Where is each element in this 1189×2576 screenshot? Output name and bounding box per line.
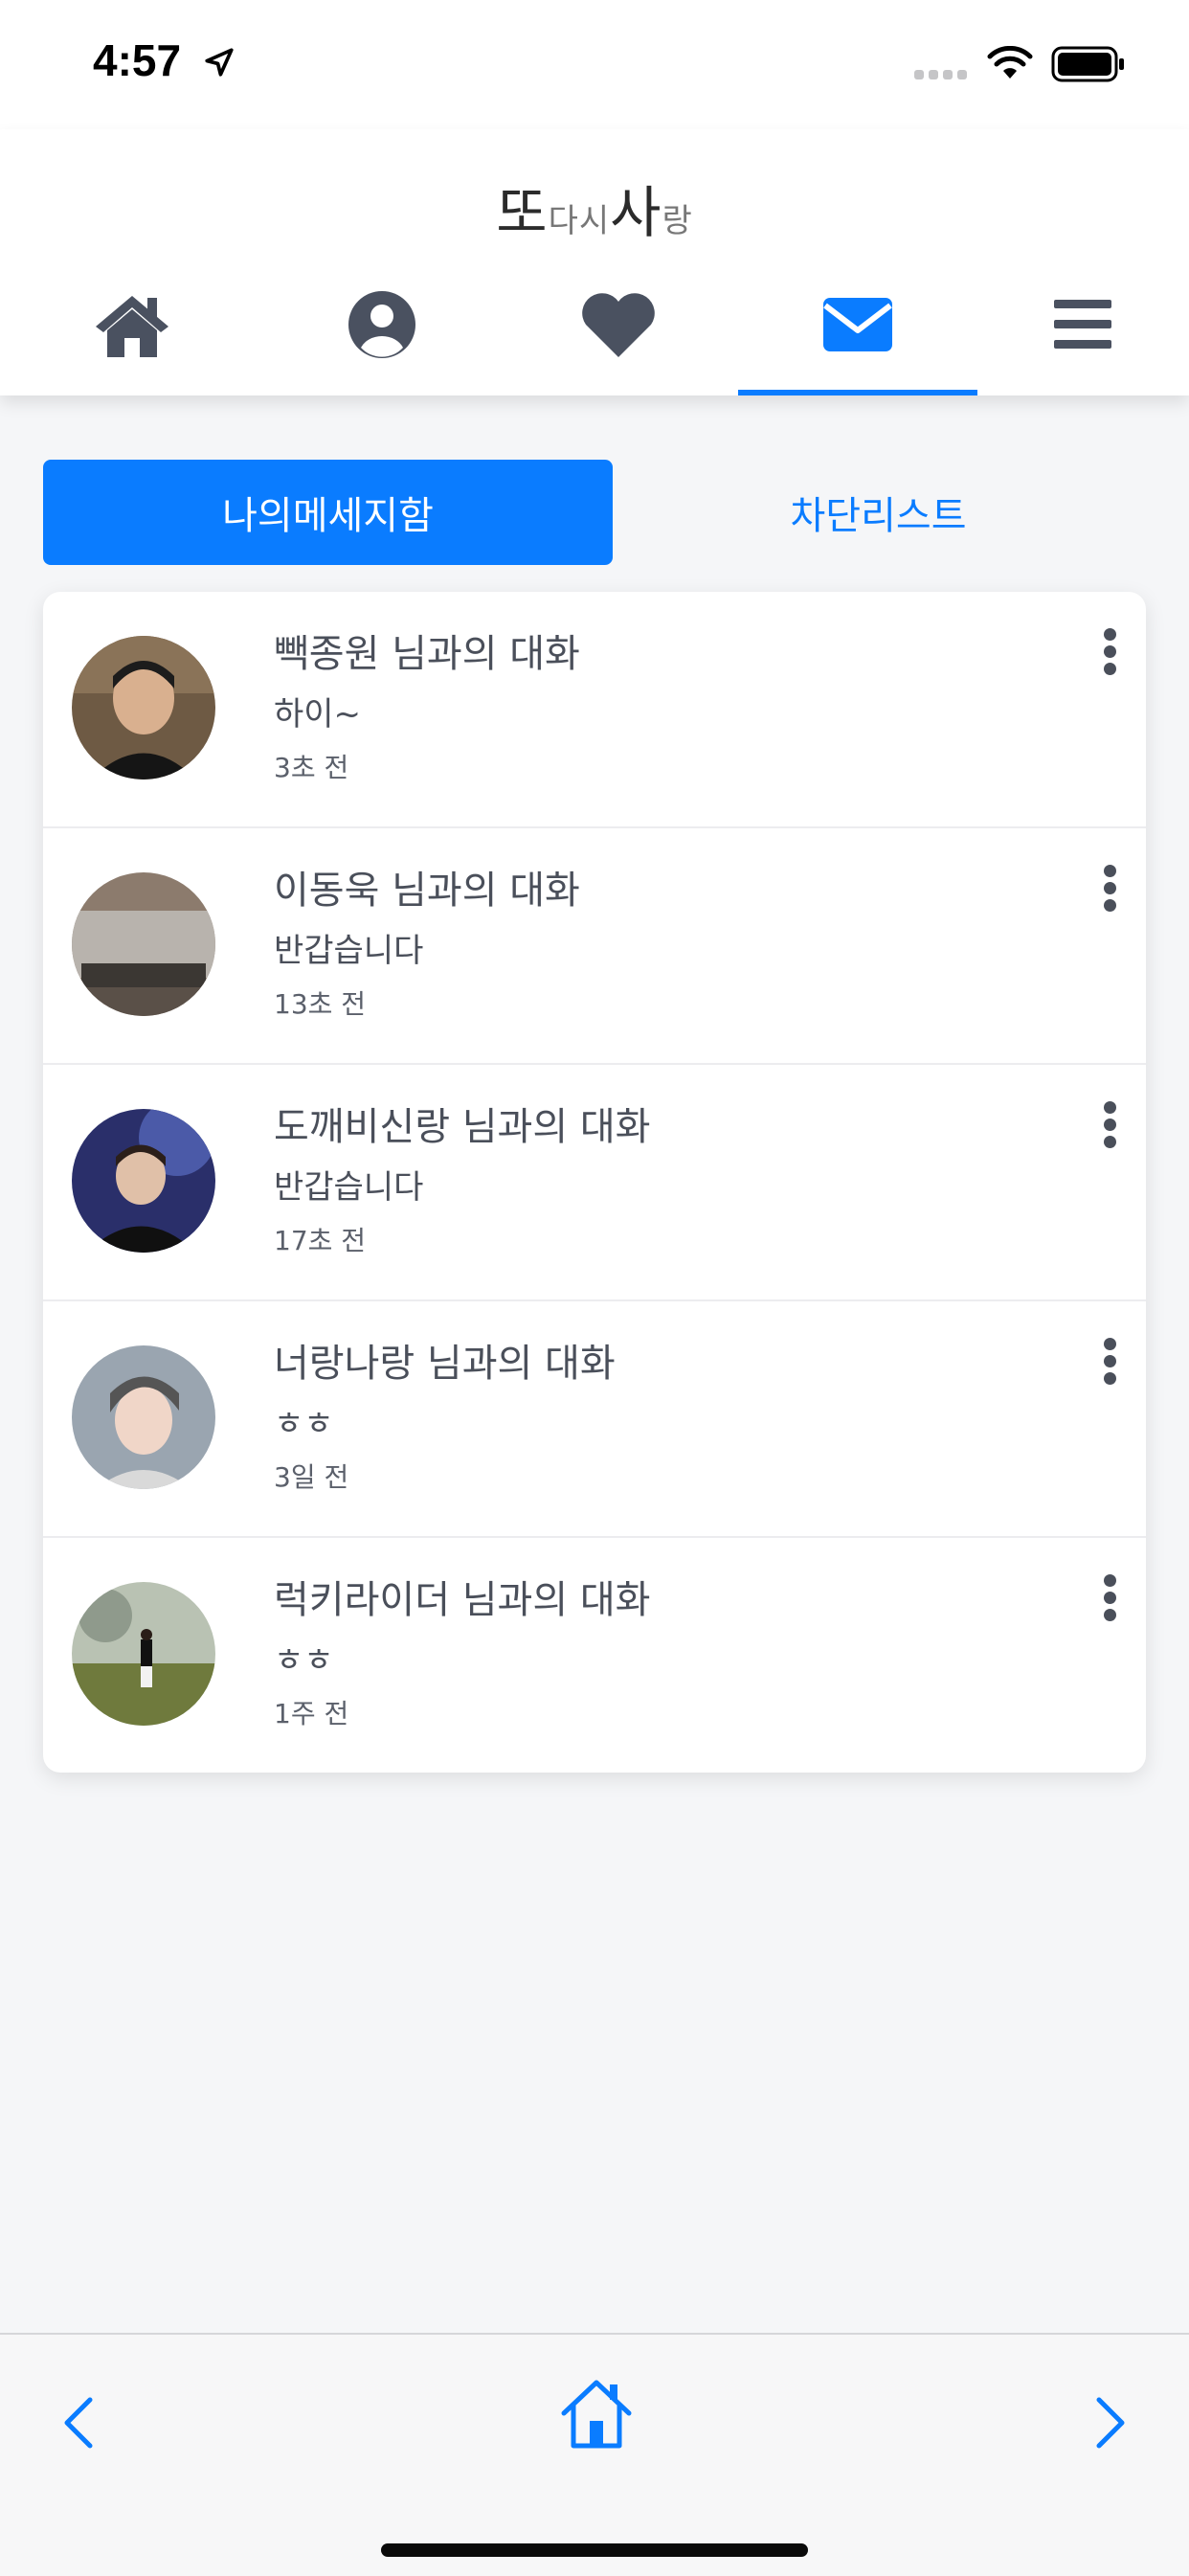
conversation-title: 너랑나랑 님과의 대화 [274,1342,616,1386]
conversation-title: 이동욱 님과의 대화 [274,869,580,913]
conversation-row[interactable]: 이동욱 님과의 대화 반갑습니다 13초 전 [43,828,1146,1065]
conversation-row[interactable]: 빽종원 님과의 대화 하이~ 3초 전 [43,592,1146,828]
bottom-toolbar [0,2333,1189,2576]
heart-icon [582,293,655,357]
nav-messages[interactable] [738,271,977,395]
conversation-title: 럭키라이더 님과의 대화 [274,1578,651,1622]
conversation-time: 13초 전 [274,988,367,1020]
envelope-icon [823,298,892,351]
logo-text-4: 랑 [662,202,693,240]
app-header: 또다시사랑 [0,129,1189,395]
conversation-title: 도깨비신랑 님과의 대화 [274,1105,651,1149]
status-bar: 4:57 [0,0,1189,129]
avatar [72,1109,215,1253]
wifi-icon [987,46,1033,79]
conversation-time: 3일 전 [274,1461,349,1493]
tab-block-list[interactable]: 차단리스트 [613,460,1144,565]
location-arrow-icon [205,48,234,77]
forward-chevron-icon[interactable] [1091,2394,1130,2452]
conversation-time: 1주 전 [274,1698,349,1729]
nav-profile[interactable] [262,271,502,395]
conversation-row[interactable]: 너랑나랑 님과의 대화 ㅎㅎ 3일 전 [43,1301,1146,1538]
conversation-title: 빽종원 님과의 대화 [274,632,580,676]
more-options-icon[interactable] [1100,865,1119,913]
more-options-icon[interactable] [1100,1574,1119,1622]
logo-text-3: 사 [610,180,662,245]
more-options-icon[interactable] [1100,1338,1119,1386]
menu-icon [1054,300,1111,349]
logo-text-1: 또 [496,180,549,245]
tab-my-messages[interactable]: 나의메세지함 [43,460,613,565]
conversation-last-message: 하이~ [274,695,362,734]
home-outline-icon[interactable] [558,2377,635,2450]
conversation-row[interactable]: 도깨비신랑 님과의 대화 반갑습니다 17초 전 [43,1065,1146,1301]
conversation-row[interactable]: 럭키라이더 님과의 대화 ㅎㅎ 1주 전 [43,1538,1146,1773]
logo-text-2: 다시 [548,202,611,240]
user-circle-icon [348,291,415,358]
avatar [72,636,215,780]
status-time: 4:57 [93,35,182,85]
home-indicator[interactable] [381,2543,808,2557]
app-logo[interactable]: 또다시사랑 [0,168,1189,248]
conversation-last-message: 반갑습니다 [274,1168,424,1207]
cellular-signal-icon [914,65,972,83]
avatar [72,872,215,1016]
nav-favorites[interactable] [499,271,738,395]
conversation-last-message: ㅎㅎ [274,1641,334,1680]
conversation-time: 3초 전 [274,752,349,783]
conversation-time: 17초 전 [274,1225,367,1256]
avatar [72,1345,215,1489]
more-options-icon[interactable] [1100,628,1119,676]
top-navigation [0,271,1189,395]
battery-icon [1051,46,1124,82]
conversation-last-message: ㅎㅎ [274,1405,334,1443]
more-options-icon[interactable] [1100,1101,1119,1149]
nav-menu[interactable] [963,271,1189,395]
back-chevron-icon[interactable] [59,2394,98,2452]
avatar [72,1582,215,1726]
conversation-last-message: 반갑습니다 [274,932,424,970]
conversation-list: 빽종원 님과의 대화 하이~ 3초 전 이동욱 님과의 대화 반갑습니다 13초… [43,592,1146,1773]
nav-home[interactable] [12,271,252,395]
home-icon [96,296,168,357]
